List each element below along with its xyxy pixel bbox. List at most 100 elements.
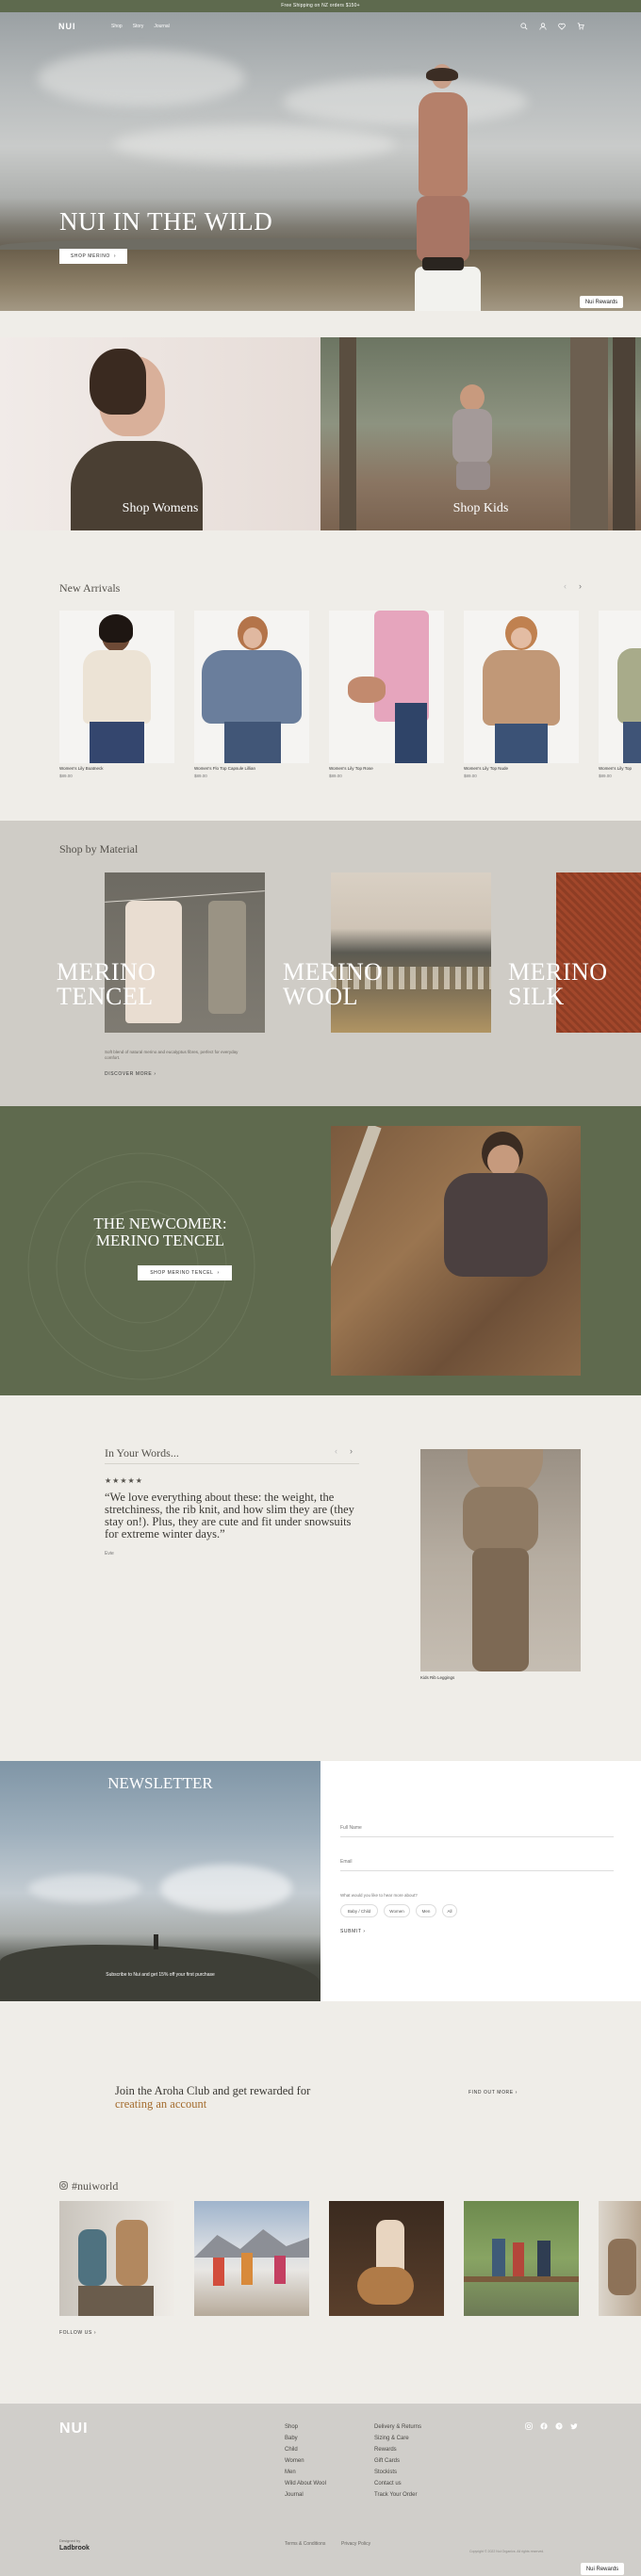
footer-link[interactable]: Contact us [374, 2481, 402, 2486]
site-footer: NUI Shop Baby Child Women Men Wild About… [0, 2404, 641, 2576]
instagram-post[interactable] [464, 2201, 579, 2316]
footer-link[interactable]: Baby [285, 2436, 298, 2441]
footer-link[interactable]: Shop [285, 2424, 298, 2430]
follow-us-link[interactable]: FOLLOW US › [59, 2330, 96, 2336]
option-women[interactable]: Women [384, 1904, 410, 1917]
new-arrivals-title: New Arrivals [59, 581, 121, 595]
footer-link[interactable]: Gift Cards [374, 2458, 400, 2464]
footer-link[interactable]: Stockists [374, 2470, 397, 2475]
product-price: $89.00 [599, 774, 612, 778]
option-all[interactable]: All [442, 1904, 457, 1917]
arrow-right-icon: › [113, 253, 117, 259]
footer-link[interactable]: Women [285, 2458, 304, 2464]
cart-icon[interactable] [577, 23, 584, 33]
hero-model [415, 64, 471, 281]
hero-banner [0, 12, 641, 311]
rating-stars: ★★★★★ [105, 1476, 143, 1485]
shop-merino-tencel-button[interactable]: SHOP MERINO TENCEL › [138, 1265, 232, 1280]
material-label-wool: MERINO WOOL [283, 958, 383, 1010]
newcomer-title-line1: THE NEWCOMER: [93, 1215, 227, 1232]
nav-journal[interactable]: Journal [154, 24, 169, 29]
instagram-icon[interactable] [525, 2422, 533, 2432]
instagram-heading: #nuiworld [59, 2177, 118, 2194]
nui-rewards-button[interactable]: Nui Rewards [581, 2563, 624, 2575]
product-price: $89.00 [194, 774, 207, 778]
testimonial-product-caption[interactable]: Kids Rib Leggings [420, 1675, 454, 1680]
option-baby-child[interactable]: Baby / Child [340, 1904, 378, 1917]
facebook-icon[interactable] [540, 2422, 548, 2432]
newcomer-section: THE NEWCOMER: MERINO TENCEL SHOP MERINO … [0, 1106, 641, 1395]
newcomer-image[interactable] [331, 1126, 581, 1376]
instagram-post[interactable] [599, 2201, 641, 2316]
product-card-image[interactable] [464, 611, 579, 763]
material-label-tencel: MERINO TENCEL [57, 958, 156, 1010]
instagram-post[interactable] [329, 2201, 444, 2316]
product-card-image[interactable] [599, 611, 641, 763]
material-label-silk: MERINO SILK [508, 958, 608, 1010]
product-card-image[interactable] [329, 611, 444, 763]
product-name[interactable]: Women's Lily Boatneck [59, 766, 104, 771]
aroha-line1: Join the Aroha Club and get rewarded for [115, 2084, 311, 2097]
testimonial-next-icon[interactable]: › [350, 1446, 353, 1456]
instagram-post[interactable] [59, 2201, 174, 2316]
fullname-input[interactable]: Full Name [340, 1825, 362, 1831]
twitter-icon[interactable] [570, 2422, 578, 2432]
email-underline [340, 1870, 614, 1871]
announcement-bar: Free Shipping on NZ orders $150+ [0, 0, 641, 12]
product-name[interactable]: Women's Flo Top Capsule Lillian [194, 766, 255, 771]
footer-legal-link[interactable]: Terms & Conditions [285, 2541, 325, 2547]
footer-logo[interactable]: NUI [59, 2421, 89, 2437]
instagram-post[interactable] [194, 2201, 309, 2316]
promo-womens[interactable]: Shop Womens [0, 337, 320, 530]
submit-button[interactable]: SUBMIT › [340, 1929, 366, 1934]
search-icon[interactable] [520, 23, 528, 33]
designed-by-logo[interactable]: Ladbrook [59, 2545, 90, 2552]
testimonial-author: Evie [105, 1551, 114, 1557]
email-input[interactable]: Email [340, 1859, 353, 1865]
footer-link[interactable]: Men [285, 2470, 296, 2475]
instagram-handle[interactable]: #nuiworld [72, 2179, 118, 2193]
testimonial-prev-icon[interactable]: ‹ [335, 1446, 337, 1456]
account-icon[interactable] [539, 23, 547, 33]
testimonial-divider [105, 1463, 359, 1464]
carousel-prev-icon[interactable]: ‹ [564, 581, 567, 591]
wishlist-icon[interactable] [558, 23, 566, 33]
carousel-next-icon[interactable]: › [579, 581, 582, 591]
product-card-image[interactable] [59, 611, 174, 763]
fullname-underline [340, 1836, 614, 1837]
shop-merino-button[interactable]: SHOP MERINO › [59, 249, 127, 264]
site-header: NUI Shop Story Journal [0, 12, 641, 44]
option-men[interactable]: Men [416, 1904, 436, 1917]
footer-link[interactable]: Wild About Wool [285, 2481, 326, 2486]
product-name[interactable]: Women's Lily Top Rose [329, 766, 373, 771]
arrow-right-icon: › [363, 1929, 366, 1934]
footer-link[interactable]: Child [285, 2447, 298, 2453]
product-card-image[interactable] [194, 611, 309, 763]
newsletter-form: Full Name Email What would you like to h… [320, 1761, 641, 2001]
promo-kids[interactable]: Shop Kids [320, 337, 641, 530]
footer-legal-link[interactable]: Privacy Policy [341, 2541, 370, 2547]
arrow-right-icon: › [217, 1270, 220, 1276]
footer-link[interactable]: Journal [285, 2492, 304, 2498]
product-name[interactable]: Women's Lily Top [599, 766, 641, 771]
footer-link[interactable]: Rewards [374, 2447, 397, 2453]
arrow-right-icon: › [515, 2090, 518, 2095]
nui-rewards-button[interactable]: Nui Rewards [580, 296, 623, 308]
pinterest-icon[interactable] [555, 2422, 563, 2432]
footer-link[interactable]: Sizing & Care [374, 2436, 409, 2441]
footer-link[interactable]: Track Your Order [374, 2492, 417, 2498]
discover-more-link[interactable]: DISCOVER MORE › [105, 1071, 156, 1077]
testimonial-product-image[interactable] [420, 1449, 581, 1671]
find-out-more-link[interactable]: FIND OUT MORE › [468, 2090, 518, 2095]
footer-link[interactable]: Delivery & Returns [374, 2424, 421, 2430]
newsletter-subtitle: Subscribe to Nui and get 15% off your fi… [106, 1972, 215, 1978]
nav-shop[interactable]: Shop [111, 24, 123, 29]
promo-kids-label: Shop Kids [452, 501, 509, 515]
aroha-line2[interactable]: creating an account [115, 2097, 310, 2111]
product-price: $89.00 [464, 774, 477, 778]
nav-story[interactable]: Story [133, 24, 144, 29]
material-description: Soft blend of natural merino and eucalyp… [105, 1050, 238, 1060]
product-name[interactable]: Women's Lily Top Nude [464, 766, 508, 771]
site-logo[interactable]: NUI [58, 22, 76, 31]
newsletter-title: NEWSLETTER [107, 1774, 213, 1792]
